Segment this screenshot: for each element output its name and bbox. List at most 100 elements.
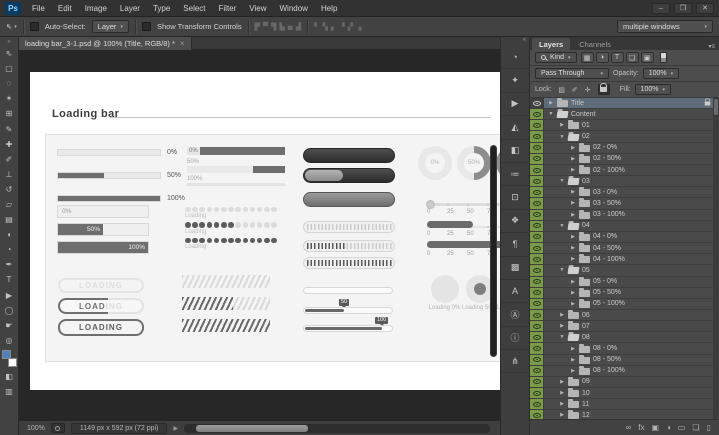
lasso-tool[interactable]: ◌ (2, 76, 17, 91)
layer-row-main[interactable]: ▶08 - 0% (544, 343, 719, 353)
layer-row-main[interactable]: ▶04 - 0% (544, 232, 719, 242)
filter-adjustment-layers-icon[interactable]: ◑ (596, 52, 609, 63)
expand-triangle-icon[interactable]: ▶ (570, 212, 576, 218)
visibility-cell[interactable] (530, 221, 544, 231)
clone-source-panel-icon[interactable]: ⊡ (501, 186, 530, 209)
layers-scrollbar-thumb[interactable] (714, 99, 718, 115)
new-group-icon[interactable]: ▭ (678, 423, 686, 432)
expand-triangle-icon[interactable]: ▶ (570, 290, 576, 296)
screen-mode-button[interactable]: ▥ (2, 384, 17, 399)
menu-layer[interactable]: Layer (120, 4, 140, 13)
opacity-field[interactable]: 100% ▾ (643, 68, 679, 79)
mini-bridge-panel-icon[interactable]: ⋔ (501, 350, 530, 373)
expand-triangle-icon[interactable]: ▶ (570, 200, 576, 206)
menu-image[interactable]: Image (85, 4, 107, 13)
document-tab[interactable]: loading bar_3-1.psd @ 100% (Title, RGB/8… (19, 37, 192, 50)
restore-button[interactable]: ❐ (674, 3, 692, 14)
brush-presets-panel-icon[interactable]: ✦ (501, 69, 530, 92)
tab-layers[interactable]: Layers (532, 38, 570, 50)
filter-type-layers-icon[interactable]: T (611, 52, 624, 63)
visibility-cell[interactable] (530, 265, 544, 275)
adjustments-panel-icon[interactable]: ◭ (501, 116, 530, 139)
layer-row-main[interactable]: ▼03 (544, 176, 719, 186)
lock-transparent-pixels-icon[interactable]: ▨ (556, 84, 568, 95)
layer-row[interactable]: ▶05 - 100% (530, 299, 719, 310)
ellipse-tool[interactable]: ◯ (2, 303, 17, 318)
actions-panel-icon[interactable]: ▶ (501, 93, 530, 116)
expand-triangle-icon[interactable]: ▶ (570, 256, 576, 262)
layer-row[interactable]: ▼02 (530, 131, 719, 142)
swatches-panel-icon[interactable]: ▩ (501, 257, 530, 280)
blur-tool[interactable]: ◖ (2, 227, 17, 242)
panel-menu-icon[interactable]: ▾≡ (708, 43, 719, 50)
expand-triangle-icon[interactable]: ▶ (559, 379, 565, 385)
workspace-switcher[interactable]: multiple windows ▾ (617, 20, 713, 33)
expand-triangle-icon[interactable]: ▶ (570, 301, 576, 307)
layer-row-main[interactable]: ▶11 (544, 399, 719, 409)
brush-tool[interactable]: ✐ (2, 152, 17, 167)
layer-row[interactable]: ▼Content (530, 109, 719, 120)
layer-row[interactable]: ▶02 - 0% (530, 143, 719, 154)
layer-row[interactable]: ▶01 (530, 120, 719, 131)
layer-row[interactable]: ▶12 (530, 410, 719, 419)
layer-row-main[interactable]: ▼08 (544, 332, 719, 342)
menu-help[interactable]: Help (321, 4, 337, 13)
background-swatch[interactable] (8, 358, 17, 367)
masks-panel-icon[interactable]: ◧ (501, 140, 530, 163)
visibility-cell[interactable] (530, 277, 544, 287)
visibility-cell[interactable] (530, 410, 544, 419)
layer-row[interactable]: ▶11 (530, 399, 719, 410)
layer-row-main[interactable]: ▶04 - 100% (544, 254, 719, 264)
minimize-button[interactable]: – (652, 3, 670, 14)
visibility-cell[interactable] (530, 232, 544, 242)
edit-in-quick-mask-button[interactable]: ◧ (2, 369, 17, 384)
layer-row[interactable]: ▶04 - 50% (530, 243, 719, 254)
layer-row-main[interactable]: ▶05 - 0% (544, 277, 719, 287)
expand-triangle-icon[interactable]: ▶ (548, 100, 554, 106)
visibility-cell[interactable] (530, 131, 544, 141)
filtering-toggle[interactable] (660, 52, 667, 63)
path-selection-tool[interactable]: ▶ (2, 288, 17, 303)
visibility-cell[interactable] (530, 366, 544, 376)
expand-triangle-icon[interactable]: ▶ (570, 145, 576, 151)
menu-view[interactable]: View (249, 4, 266, 13)
layer-row[interactable]: ▼03 (530, 176, 719, 187)
hand-tool[interactable]: ☛ (2, 318, 17, 333)
pen-tool[interactable]: ✒ (2, 257, 17, 272)
quick-selection-tool[interactable]: ✶ (2, 91, 17, 106)
layer-row-main[interactable]: ▶02 - 0% (544, 143, 719, 153)
expand-triangle-icon[interactable]: ▶ (559, 323, 565, 329)
layer-row-main[interactable]: ▶04 - 50% (544, 243, 719, 253)
collapse-triangle-icon[interactable]: ▼ (559, 267, 565, 273)
expand-triangle-icon[interactable]: ▶ (570, 279, 576, 285)
layer-row[interactable]: ▼05 (530, 265, 719, 276)
visibility-cell[interactable] (530, 165, 544, 175)
filter-kind-dropdown[interactable]: Kind ▾ (535, 52, 577, 63)
visibility-cell[interactable] (530, 187, 544, 197)
visibility-cell[interactable] (530, 210, 544, 220)
collapse-triangle-icon[interactable]: ▼ (559, 134, 565, 140)
add-layer-mask-icon[interactable]: ▣ (651, 423, 659, 432)
crop-tool[interactable]: ⊞ (2, 106, 17, 121)
layer-row[interactable]: ▶05 - 0% (530, 277, 719, 288)
expand-triangle-icon[interactable]: ▶ (570, 357, 576, 363)
visibility-cell[interactable] (530, 143, 544, 153)
layer-row[interactable]: ▶03 - 0% (530, 187, 719, 198)
visibility-cell[interactable] (530, 399, 544, 409)
styles-panel-icon[interactable]: ❖ (501, 210, 530, 233)
layer-row-main[interactable]: ▶03 - 0% (544, 187, 719, 197)
expand-triangle-icon[interactable]: ▶ (559, 412, 565, 418)
layer-row[interactable]: ▶08 - 100% (530, 366, 719, 377)
visibility-cell[interactable] (530, 343, 544, 353)
visibility-cell[interactable] (530, 321, 544, 331)
layer-row[interactable]: ▶04 - 100% (530, 254, 719, 265)
expand-dock-icon[interactable]: « (523, 37, 529, 46)
visibility-cell[interactable] (530, 377, 544, 387)
layer-row-main[interactable]: ▶Title (544, 98, 719, 108)
visibility-cell[interactable] (530, 120, 544, 130)
document-info[interactable]: 1149 px x 592 px (72 ppi) (71, 423, 167, 434)
expand-triangle-icon[interactable]: ▶ (570, 156, 576, 162)
layer-row-main[interactable]: ▶07 (544, 321, 719, 331)
visibility-cell[interactable] (530, 388, 544, 398)
layer-row-main[interactable]: ▼Content (544, 109, 719, 119)
